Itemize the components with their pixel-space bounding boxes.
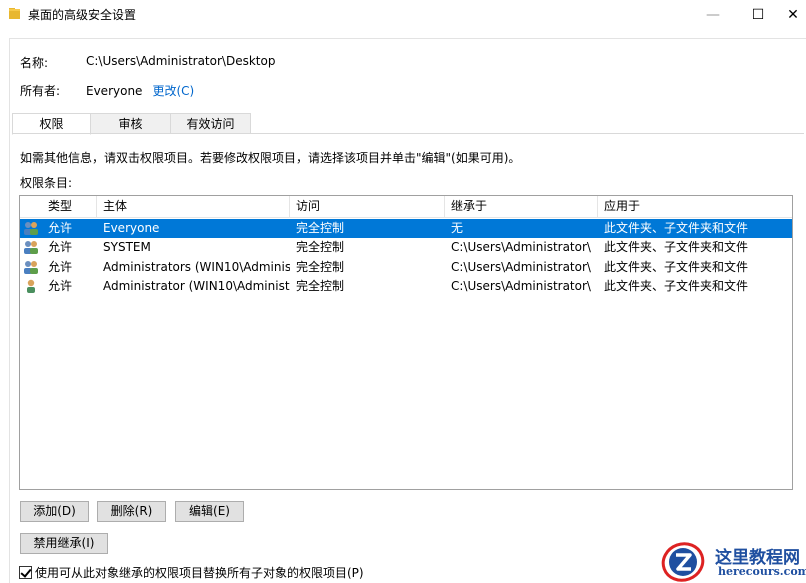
tab-bar: 权限 审核 有效访问: [12, 113, 251, 135]
cell-type: 允许: [48, 221, 73, 235]
cell-applies-to: 此文件夹、子文件夹和文件: [604, 240, 749, 254]
cell-access: 完全控制: [296, 260, 345, 274]
group-users-icon: [24, 261, 38, 274]
watermark-logo-icon: [661, 542, 705, 582]
tab-effective-access[interactable]: 有效访问: [170, 113, 251, 134]
disable-inheritance-button[interactable]: 禁用继承(I): [20, 533, 108, 554]
cell-inherited-from: C:\Users\Administrator\: [451, 279, 591, 293]
name-label: 名称:: [20, 56, 49, 70]
cell-type: 允许: [48, 240, 73, 254]
watermark-url: herecours.com: [718, 565, 806, 578]
owner-label: 所有者:: [20, 84, 61, 98]
table-row[interactable]: 允许 Everyone 完全控制 无 此文件夹、子文件夹和文件: [20, 219, 792, 238]
cell-type: 允许: [48, 279, 73, 293]
cell-principal: SYSTEM: [103, 240, 151, 254]
add-button[interactable]: 添加(D): [20, 501, 89, 522]
maximize-button[interactable]: ☐: [735, 0, 781, 30]
table-row[interactable]: 允许 Administrator (WIN10\Administr... 完全控…: [20, 277, 792, 296]
folder-icon: [9, 8, 20, 19]
column-header-access[interactable]: 访问: [290, 196, 445, 217]
column-header-type[interactable]: 类型: [42, 196, 97, 217]
column-header-principal[interactable]: 主体: [97, 196, 290, 217]
site-watermark: 这里教程网 herecours.com: [660, 541, 806, 583]
table-row[interactable]: 允许 Administrators (WIN10\Administ... 完全控…: [20, 258, 792, 277]
cell-applies-to: 此文件夹、子文件夹和文件: [604, 260, 749, 274]
cell-inherited-from: C:\Users\Administrator\: [451, 260, 591, 274]
name-value: C:\Users\Administrator\Desktop: [86, 54, 276, 68]
cell-type: 允许: [48, 260, 73, 274]
cell-inherited-from: C:\Users\Administrator\: [451, 240, 591, 254]
title-bar: 桌面的高级安全设置 — ☐ ✕: [0, 0, 806, 30]
help-text: 如需其他信息，请双击权限项目。若要修改权限项目，请选择该项目并单击"编辑"(如果…: [20, 151, 521, 165]
owner-value-group: Everyone 更改(C): [86, 82, 194, 99]
owner-value: Everyone: [86, 84, 143, 98]
list-header: 类型 主体 访问 继承于 应用于: [20, 196, 792, 218]
cell-principal: Administrator (WIN10\Administr...: [103, 279, 290, 293]
cell-access: 完全控制: [296, 221, 345, 235]
replace-child-permissions-option[interactable]: 使用可从此对象继承的权限项目替换所有子对象的权限项目(P): [19, 564, 364, 581]
table-row[interactable]: 允许 SYSTEM 完全控制 C:\Users\Administrator\ 此…: [20, 238, 792, 257]
change-owner-link[interactable]: 更改(C): [152, 84, 194, 98]
group-users-icon: [24, 241, 38, 254]
cell-access: 完全控制: [296, 240, 345, 254]
cell-applies-to: 此文件夹、子文件夹和文件: [604, 279, 749, 293]
edit-button[interactable]: 编辑(E): [175, 501, 244, 522]
cell-inherited-from: 无: [451, 221, 464, 235]
tab-permissions[interactable]: 权限: [12, 113, 91, 135]
close-button[interactable]: ✕: [780, 0, 806, 30]
tab-divider: [12, 133, 804, 134]
single-user-icon: [27, 279, 35, 293]
column-header-inherited-from[interactable]: 继承于: [445, 196, 598, 217]
column-header-applies-to[interactable]: 应用于: [598, 196, 792, 217]
group-users-icon: [24, 222, 38, 235]
cell-principal: Administrators (WIN10\Administ...: [103, 260, 290, 274]
cell-access: 完全控制: [296, 279, 345, 293]
minimize-button[interactable]: —: [690, 0, 736, 30]
permission-entries-label: 权限条目:: [20, 176, 73, 190]
remove-button[interactable]: 删除(R): [97, 501, 166, 522]
permission-entries-list[interactable]: 类型 主体 访问 继承于 应用于 允许 Everyone 完全控制 无 此文件夹…: [19, 195, 793, 490]
cell-principal: Everyone: [103, 221, 160, 235]
window-title: 桌面的高级安全设置: [28, 8, 137, 22]
cell-applies-to: 此文件夹、子文件夹和文件: [604, 221, 749, 235]
replace-child-permissions-checkbox[interactable]: [19, 566, 32, 579]
replace-child-permissions-label: 使用可从此对象继承的权限项目替换所有子对象的权限项目(P): [35, 566, 364, 580]
tab-auditing[interactable]: 审核: [90, 113, 171, 134]
